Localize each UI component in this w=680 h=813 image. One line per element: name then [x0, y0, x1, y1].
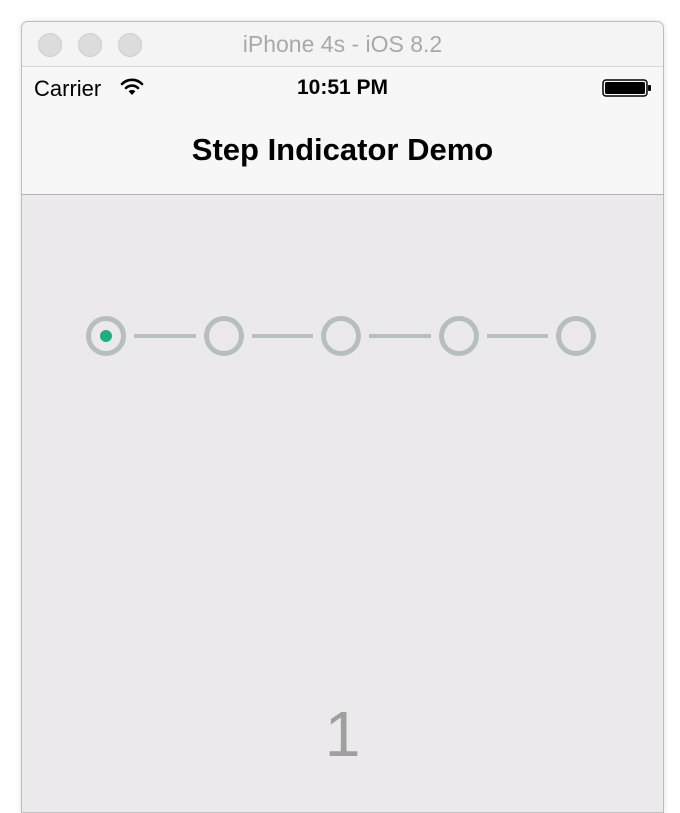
window-titlebar: iPhone 4s - iOS 8.2: [22, 22, 663, 67]
step-3[interactable]: [321, 316, 361, 356]
ios-status-bar: Carrier 10:51 PM: [22, 67, 663, 107]
page-number: 1: [324, 698, 361, 770]
navigation-bar: Step Indicator Demo: [22, 107, 663, 195]
step-connector: [369, 334, 431, 338]
status-time: 10:51 PM: [296, 76, 389, 99]
window-title: iPhone 4s - iOS 8.2: [242, 31, 443, 57]
content-area: 1: [22, 195, 663, 812]
step-connector: [134, 334, 196, 338]
step-2[interactable]: [203, 316, 244, 356]
step-indicator: [86, 316, 600, 356]
step-5[interactable]: [556, 316, 596, 356]
current-step-dot: [100, 330, 112, 342]
step-4[interactable]: [438, 316, 479, 356]
simulator-window: iPhone 4s - iOS 8.2 Carrier 10:51 PM Ste…: [21, 21, 664, 813]
battery-icon: [602, 79, 652, 102]
step-connector: [251, 334, 313, 338]
step-1[interactable]: [86, 316, 126, 356]
step-connector: [486, 334, 548, 338]
nav-title: Step Indicator Demo: [191, 132, 494, 167]
